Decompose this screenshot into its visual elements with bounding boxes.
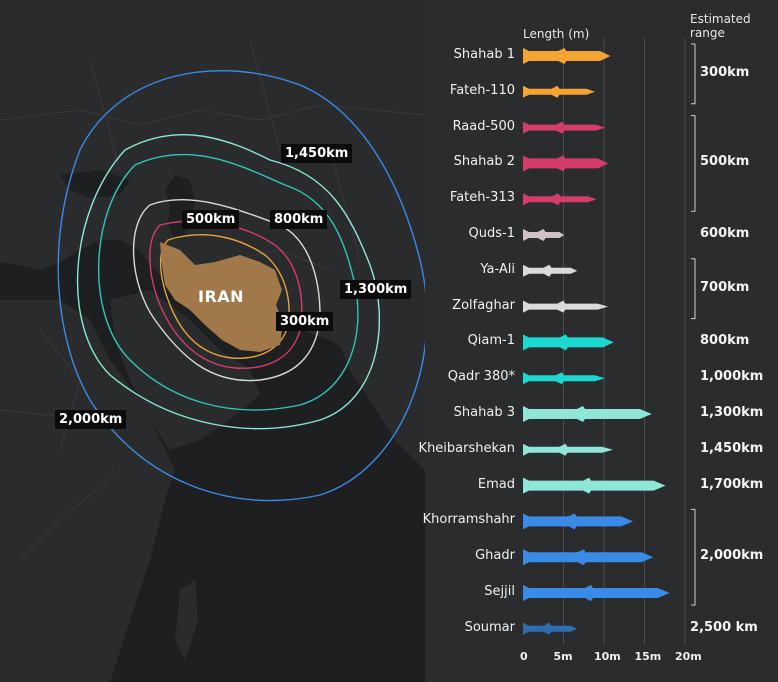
- missile-name-label: Ya-Ali: [480, 261, 515, 277]
- missile-bar-2: [523, 121, 606, 134]
- range-bracket-9: [691, 508, 696, 606]
- range-label: 1,700km: [700, 476, 764, 492]
- range-label: 2,500 km: [690, 619, 758, 635]
- missile-bar-7: [523, 300, 609, 313]
- missile-bar-5: [523, 229, 565, 241]
- tick-label: 15m: [634, 650, 662, 663]
- ring-label-2000km: 2,000km: [55, 410, 127, 429]
- missile-name-label: Shahab 2: [453, 154, 515, 170]
- missile-name-label: Soumar: [464, 619, 515, 635]
- missile-name-label: Fateh-110: [449, 82, 515, 98]
- missile-name-label: Shahab 1: [453, 47, 515, 62]
- range-header: Estimated range: [690, 12, 751, 40]
- missile-bar-11: [523, 443, 613, 456]
- ring-label-1300km: 1,300km: [340, 280, 412, 299]
- ring-label-500km: 500km: [182, 210, 240, 229]
- missile-name-label: Sejjil: [484, 584, 515, 599]
- range-label: 800km: [700, 333, 750, 349]
- missile-bar-15: [523, 585, 670, 601]
- missile-bar-0: [523, 48, 611, 64]
- range-bracket-1: [691, 115, 696, 212]
- missile-bar-8: [523, 334, 614, 351]
- missile-bar-13: [523, 513, 634, 530]
- range-label: 1,300km: [700, 405, 764, 420]
- ring-label-800km: 800km: [270, 210, 328, 229]
- missile-name-label: Qiam-1: [467, 333, 515, 349]
- missile-bar-6: [523, 264, 578, 277]
- missile-name-label: Qadr 380*: [447, 369, 515, 385]
- range-label: 1,000km: [700, 369, 764, 385]
- range-bracket-0: [691, 43, 696, 105]
- range-label: 1,450km: [700, 440, 764, 456]
- tick-label: 20m: [675, 650, 702, 663]
- ring-label-300km: 300km: [276, 312, 334, 331]
- missile-name-label: Raad-500: [452, 118, 515, 134]
- range-label: 500km: [700, 154, 750, 170]
- missile-name-label: Shahab 3: [453, 405, 515, 420]
- country-label-iran: IRAN: [198, 287, 245, 306]
- missile-bar-3: [523, 155, 609, 172]
- missile-name-label: Quds-1: [468, 226, 515, 241]
- missile-bar-4: [523, 193, 597, 206]
- tick-label: 0: [520, 650, 528, 663]
- missile-bar-10: [523, 406, 652, 422]
- length-axis-title: Length (m): [523, 27, 590, 41]
- range-label: 300km: [700, 64, 750, 80]
- missile-name-label: Ghadr: [475, 548, 515, 564]
- range-bracket-3: [691, 258, 696, 320]
- missile-name-label: Khorramshahr: [422, 512, 515, 528]
- missile-name-label: Emad: [477, 476, 515, 492]
- range-label: 2,000km: [700, 548, 764, 564]
- missile-bar-1: [523, 85, 596, 98]
- ring-label-1450km: 1,450km: [281, 144, 353, 163]
- missile-name-label: Kheibarshekan: [418, 440, 515, 456]
- missile-name-label: Fateh-313: [449, 190, 515, 206]
- range-label: 600km: [700, 226, 750, 241]
- tick-label: 5m: [553, 650, 573, 663]
- missile-bar-16: [523, 622, 578, 635]
- tick-label: 10m: [594, 650, 621, 663]
- missile-bar-14: [523, 549, 654, 566]
- range-label: 700km: [700, 279, 750, 295]
- missile-name-label: Zolfaghar: [452, 297, 515, 313]
